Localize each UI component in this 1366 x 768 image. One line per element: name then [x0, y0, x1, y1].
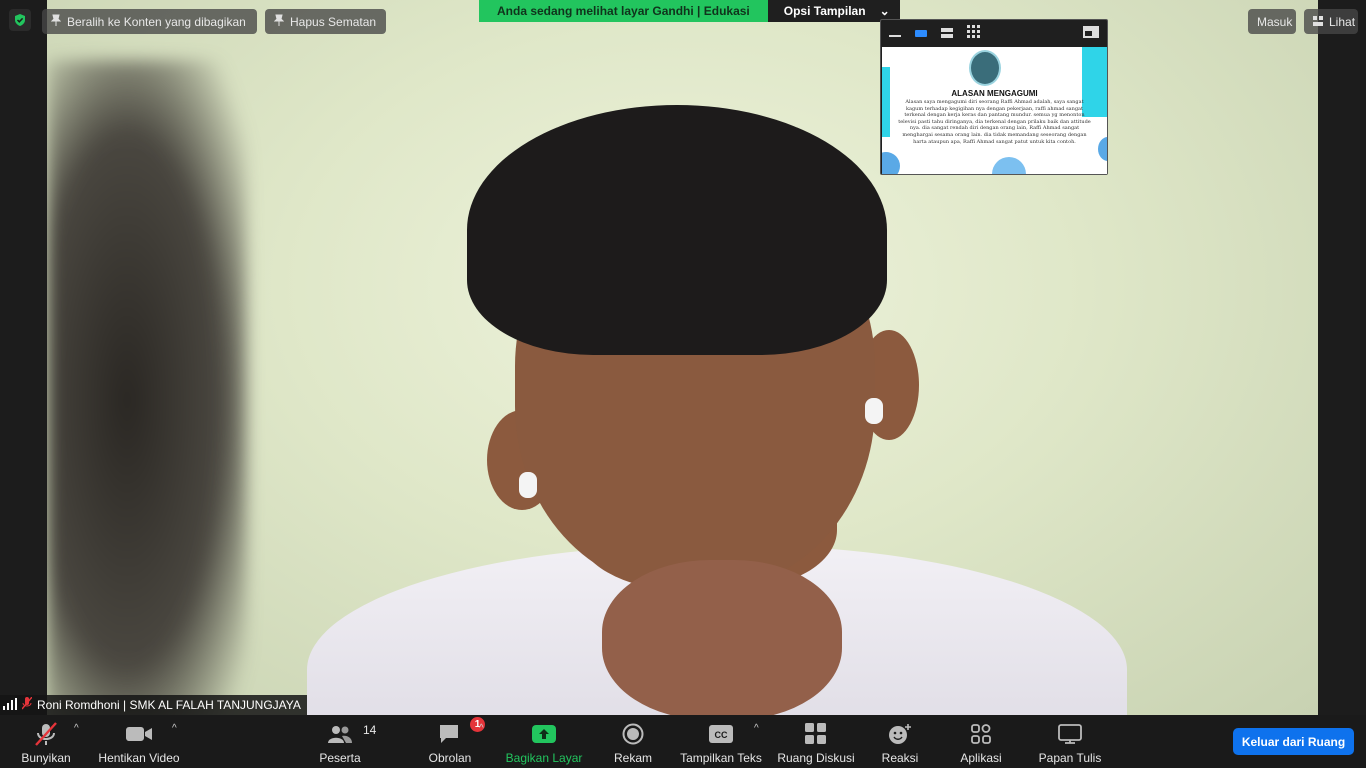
participants-count: 14: [363, 723, 377, 737]
doc-decoration: [1098, 137, 1107, 161]
chat-label: Obrolan: [428, 751, 472, 765]
captions-options-chevron-icon[interactable]: ^: [754, 723, 759, 734]
view-options-label: Opsi Tampilan: [783, 4, 866, 18]
whiteboard-button[interactable]: Papan Tulis: [1036, 715, 1104, 768]
share-banner: Anda sedang melihat layar Gandhi | Eduka…: [479, 0, 900, 22]
apps-label: Aplikasi: [960, 751, 1002, 765]
whiteboard-icon: [1058, 721, 1082, 747]
svg-text:CC: CC: [715, 730, 728, 740]
reactions-label: Reaksi: [881, 751, 919, 765]
doc-decoration: [992, 157, 1026, 174]
enter-button[interactable]: Masuk: [1248, 9, 1296, 34]
record-label: Rekam: [613, 751, 652, 765]
stop-video-label: Hentikan Video: [98, 751, 180, 765]
share-screen-icon: [532, 721, 556, 747]
doc-decoration: [882, 67, 890, 137]
view-label: Lihat: [1329, 14, 1356, 29]
apps-button[interactable]: Aplikasi: [955, 715, 1007, 768]
share-screen-label: Bagikan Layar: [505, 751, 583, 765]
chat-icon: 1: [438, 717, 485, 747]
leave-meeting-button[interactable]: Keluar dari Ruang: [1233, 728, 1354, 755]
share-banner-text: Anda sedang melihat layar Gandhi | Eduka…: [479, 0, 768, 22]
switch-label: Beralih ke Konten yang dibagikan: [67, 14, 246, 29]
pin-icon: [273, 14, 285, 29]
share-screen-button[interactable]: Bagikan Layar: [503, 715, 585, 768]
signal-icon: [3, 697, 17, 713]
gallery-view-icon[interactable]: [967, 24, 980, 43]
doc-decoration: [882, 152, 900, 174]
record-icon: [622, 721, 644, 747]
switch-to-shared-content-button[interactable]: Beralih ke Konten yang dibagikan: [42, 9, 257, 34]
shared-screen-thumbnail[interactable]: ALASAN MENGAGUMI Alasan saya mengagumi d…: [880, 19, 1108, 175]
portrait-photo: [969, 50, 1001, 86]
chevron-down-icon: ⌄: [879, 4, 890, 18]
closed-captions-icon: CC: [709, 721, 733, 747]
participant-name-tag: Roni Romdhoni | SMK AL FALAH TANJUNGJAYA: [0, 695, 307, 715]
chat-button[interactable]: 1 Obrolan: [422, 715, 485, 768]
unmute-label: Bunyikan: [21, 751, 71, 765]
participants-label: Peserta: [319, 751, 361, 765]
hand: [602, 560, 842, 715]
exit-thumbnail-icon[interactable]: [1083, 25, 1099, 43]
stop-video-button[interactable]: Hentikan Video: [94, 715, 184, 768]
split-view-icon[interactable]: [941, 25, 953, 43]
left-earbud: [519, 472, 537, 498]
doc-body: Alasan saya mengagumi diri seorang Raffi…: [898, 99, 1091, 145]
pin-icon: [50, 14, 62, 29]
participant-video: [47, 0, 1318, 715]
show-captions-button[interactable]: CC Tampilkan Teks: [678, 715, 764, 768]
breakout-rooms-button[interactable]: Ruang Diskusi: [776, 715, 856, 768]
grid-icon: [1313, 15, 1323, 29]
doc-title: ALASAN MENGAGUMI: [951, 89, 1038, 98]
chat-options-chevron-icon[interactable]: ^: [479, 723, 484, 734]
enter-label: Masuk: [1257, 14, 1293, 29]
unmute-button[interactable]: Bunyikan: [14, 715, 78, 768]
single-view-icon[interactable]: [915, 25, 927, 43]
video-options-chevron-icon[interactable]: ^: [172, 723, 177, 734]
hair: [467, 105, 887, 355]
shared-document: ALASAN MENGAGUMI Alasan saya mengagumi d…: [882, 47, 1107, 174]
thumbnail-controls: [881, 20, 1107, 47]
participant-name: Roni Romdhoni | SMK AL FALAH TANJUNGJAYA: [37, 698, 301, 712]
unpin-button[interactable]: Hapus Sematan: [265, 9, 386, 34]
muted-mic-icon: [33, 721, 59, 747]
blurred-foreground: [47, 60, 247, 715]
breakout-rooms-icon: [805, 721, 827, 747]
muted-mic-icon: [21, 696, 33, 713]
minimize-icon[interactable]: [889, 25, 901, 43]
unpin-label: Hapus Sematan: [290, 14, 377, 29]
record-button[interactable]: Rekam: [609, 715, 657, 768]
smiley-plus-icon: [888, 721, 912, 747]
reactions-button[interactable]: Reaksi: [878, 715, 922, 768]
right-earbud: [865, 398, 883, 424]
security-shield-icon[interactable]: [9, 9, 31, 31]
captions-label: Tampilkan Teks: [680, 751, 762, 765]
view-button[interactable]: Lihat: [1304, 9, 1358, 34]
apps-icon: [971, 721, 991, 747]
video-camera-icon: [125, 721, 153, 747]
participants-icon: 14: [327, 721, 376, 747]
breakout-rooms-label: Ruang Diskusi: [777, 751, 855, 765]
audio-options-chevron-icon[interactable]: ^: [74, 723, 79, 734]
participants-button[interactable]: 14 Peserta: [312, 715, 376, 768]
meeting-toolbar: Bunyikan ^ Hentikan Video ^ 14 Peserta 1…: [0, 715, 1366, 768]
meeting-stage: Beralih ke Konten yang dibagikan Hapus S…: [0, 0, 1366, 715]
whiteboard-label: Papan Tulis: [1038, 751, 1102, 765]
